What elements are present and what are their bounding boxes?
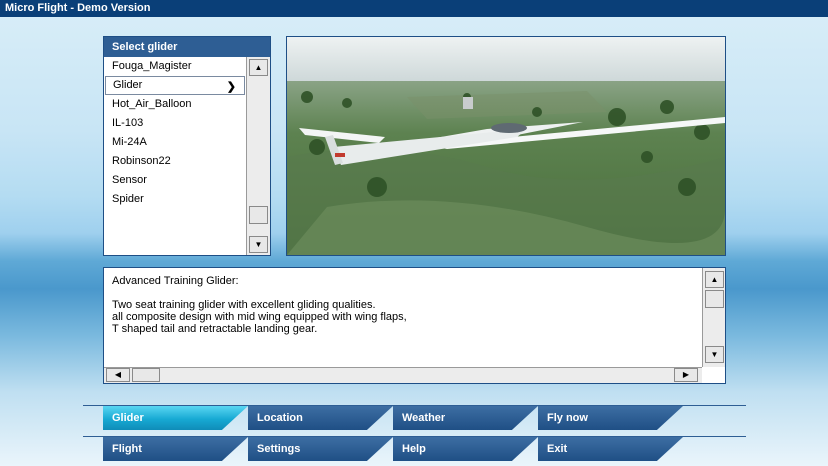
list-item[interactable]: Mi-24A — [104, 133, 246, 152]
list-vertical-scrollbar[interactable]: ▲ ▼ — [246, 57, 270, 255]
list-item-selected[interactable]: Glider ❯ — [105, 76, 245, 95]
main-menu-row-2: Flight Settings Help Exit — [83, 436, 746, 465]
glider-preview-image — [286, 36, 726, 256]
list-item[interactable]: Spider — [104, 190, 246, 209]
glider-list-panel: Select glider Fouga_Magister Glider ❯ Ho… — [103, 36, 271, 256]
glider-list[interactable]: Fouga_Magister Glider ❯ Hot_Air_Balloon … — [104, 57, 246, 209]
menu-fly-now-button[interactable]: Fly now — [538, 406, 683, 430]
description-line: Advanced Training Glider: — [112, 275, 239, 287]
menu-exit-button[interactable]: Exit — [538, 437, 683, 461]
menu-help-button[interactable]: Help — [393, 437, 538, 461]
window-title: Micro Flight - Demo Version — [0, 0, 828, 17]
list-item[interactable]: Sensor — [104, 171, 246, 190]
list-item[interactable]: Hot_Air_Balloon — [104, 95, 246, 114]
description-line: Two seat training glider with excellent … — [112, 299, 376, 311]
list-item-label: Glider — [113, 79, 143, 91]
scroll-up-button[interactable]: ▲ — [705, 271, 724, 288]
menu-weather-button[interactable]: Weather — [393, 406, 538, 430]
scroll-down-button[interactable]: ▼ — [249, 236, 268, 253]
menu-location-button[interactable]: Location — [248, 406, 393, 430]
glider-preview-scene — [287, 37, 725, 255]
scroll-up-button[interactable]: ▲ — [249, 59, 268, 76]
scroll-left-button[interactable]: ◀ — [106, 368, 130, 382]
description-line — [112, 287, 692, 299]
menu-settings-button[interactable]: Settings — [248, 437, 393, 461]
scroll-thumb[interactable] — [249, 206, 268, 224]
glider-description-text: Advanced Training Glider: Two seat train… — [112, 275, 692, 335]
description-vertical-scrollbar[interactable]: ▲ ▼ — [702, 268, 725, 367]
menu-flight-button[interactable]: Flight — [103, 437, 248, 461]
glider-description-panel: Advanced Training Glider: Two seat train… — [103, 267, 726, 384]
scroll-thumb[interactable] — [132, 368, 160, 382]
list-item[interactable]: Robinson22 — [104, 152, 246, 171]
description-horizontal-scrollbar[interactable]: ◀ ▶ — [104, 367, 702, 383]
scroll-thumb[interactable] — [705, 290, 724, 308]
main-menu-row-1: Glider Location Weather Fly now — [83, 405, 746, 434]
glider-list-header: Select glider — [104, 37, 270, 57]
menu-divider — [83, 405, 746, 406]
scroll-right-button[interactable]: ▶ — [674, 368, 698, 382]
scroll-down-button[interactable]: ▼ — [705, 346, 724, 363]
list-item[interactable]: Fouga_Magister — [104, 57, 246, 76]
description-line: T shaped tail and retractable landing ge… — [112, 323, 318, 335]
menu-glider-button[interactable]: Glider — [103, 406, 248, 430]
description-line: all composite design with mid wing equip… — [112, 311, 407, 323]
chevron-down-icon: ❯ — [226, 81, 236, 93]
menu-divider — [83, 436, 746, 437]
list-item[interactable]: IL-103 — [104, 114, 246, 133]
